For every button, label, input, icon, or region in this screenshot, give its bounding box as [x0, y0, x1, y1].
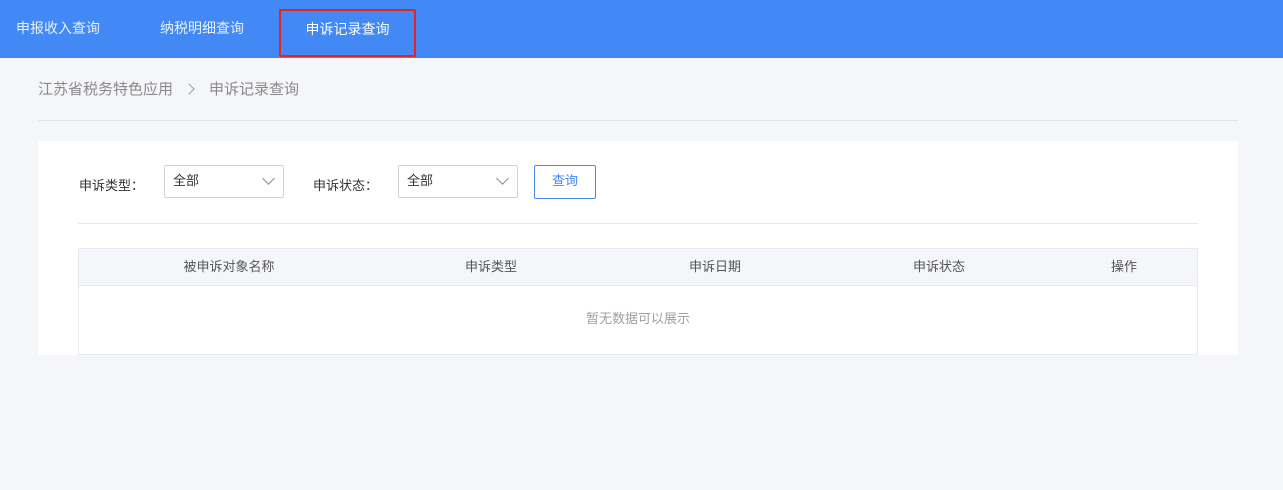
appeal-records-table: 被申诉对象名称 申诉类型 申诉日期 申诉状态 操作 暂无数据可以展示 [78, 248, 1198, 355]
appeal-type-label: 申诉类型： [79, 179, 145, 194]
column-header-appeal-date: 申诉日期 [688, 260, 741, 275]
chevron-right-icon [183, 83, 195, 95]
chevron-down-icon [262, 172, 275, 185]
column-header-target-name: 被申诉对象名称 [183, 260, 275, 275]
appeal-type-value: 全部 [173, 174, 200, 189]
tab-declared-income-query[interactable]: 申报收入查询 [16, 0, 100, 58]
appeal-status-label: 申诉状态： [313, 179, 379, 194]
appeal-status-value: 全部 [407, 174, 434, 189]
breadcrumb-current: 申诉记录查询 [209, 80, 300, 98]
appeal-type-select[interactable]: 全部 [164, 165, 284, 198]
query-button[interactable]: 查询 [534, 165, 596, 199]
tab-appeal-record-query[interactable]: 申诉记录查询 [279, 9, 416, 57]
top-navigation-bar: 申报收入查询 纳税明细查询 申诉记录查询 [0, 0, 1283, 58]
breadcrumb-root[interactable]: 江苏省税务特色应用 [38, 80, 173, 98]
breadcrumb: 江苏省税务特色应用 申诉记录查询 [38, 78, 299, 99]
chevron-down-icon [496, 172, 509, 185]
breadcrumb-divider [38, 120, 1238, 121]
appeal-status-select[interactable]: 全部 [398, 165, 518, 198]
column-header-actions: 操作 [1110, 260, 1137, 275]
table-header: 被申诉对象名称 申诉类型 申诉日期 申诉状态 操作 [79, 249, 1197, 286]
content-panel: 申诉类型： 全部 申诉状态： 全部 查询 被申诉对象名称 申诉类型 申诉日期 申… [38, 141, 1238, 355]
empty-state-message: 暂无数据可以展示 [585, 312, 690, 327]
column-header-appeal-status: 申诉状态 [912, 260, 965, 275]
column-header-appeal-type: 申诉类型 [464, 260, 517, 275]
filter-divider [78, 223, 1198, 224]
tab-tax-detail-query[interactable]: 纳税明细查询 [160, 0, 244, 58]
